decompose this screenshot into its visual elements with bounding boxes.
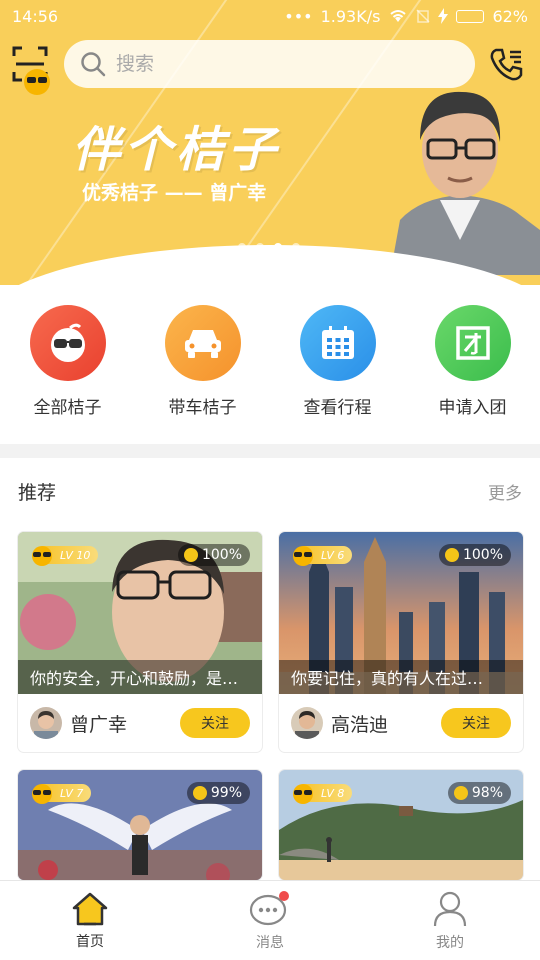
recommend-header: 推荐 更多 bbox=[18, 478, 522, 505]
guide-photo: LV 7 99% bbox=[18, 770, 262, 880]
guide-quote: 你的安全，开心和鼓励，是… bbox=[18, 660, 262, 694]
battery-percent: 62% bbox=[492, 6, 528, 26]
orange-icon bbox=[444, 548, 459, 562]
profile-icon bbox=[433, 891, 467, 926]
level-badge: LV 10 bbox=[30, 544, 99, 566]
guide-user[interactable]: 曾广幸 bbox=[30, 707, 127, 739]
notification-badge bbox=[279, 890, 289, 901]
phone-icon[interactable] bbox=[488, 46, 524, 82]
search-bar[interactable] bbox=[64, 40, 475, 88]
level-badge: LV 7 bbox=[30, 782, 92, 804]
car-icon bbox=[164, 305, 241, 381]
guide-card[interactable]: LV 8 98% bbox=[279, 770, 523, 880]
action-label: 带车桔子 bbox=[168, 398, 237, 418]
banner-person-photo bbox=[380, 80, 540, 275]
rating-badge: 100% bbox=[438, 544, 511, 566]
action-join-group[interactable]: 申请入团 bbox=[405, 305, 540, 425]
search-icon bbox=[81, 52, 106, 77]
rating-percent: 100% bbox=[201, 547, 242, 563]
more-dots-icon: ••• bbox=[284, 6, 313, 26]
rating-badge: 99% bbox=[186, 782, 250, 804]
more-link[interactable]: 更多 bbox=[488, 479, 522, 504]
orange-glasses-icon bbox=[32, 784, 52, 804]
rating-percent: 99% bbox=[210, 785, 242, 801]
rating-percent: 100% bbox=[462, 547, 503, 563]
action-label: 申请入团 bbox=[438, 398, 507, 418]
guide-name: 高浩迪 bbox=[331, 713, 389, 736]
rating-badge: 98% bbox=[447, 782, 511, 804]
orange-glasses-icon bbox=[32, 546, 52, 566]
tab-home[interactable]: 首页 bbox=[0, 881, 180, 960]
charging-icon bbox=[438, 8, 449, 24]
home-icon bbox=[72, 892, 108, 925]
action-car-oranges[interactable]: 带车桔子 bbox=[135, 305, 270, 425]
follow-button[interactable]: 关注 bbox=[180, 708, 250, 738]
group-icon bbox=[434, 305, 511, 381]
orange-icon bbox=[453, 786, 468, 800]
tab-messages[interactable]: 消息 bbox=[180, 881, 360, 960]
tab-label: 消息 bbox=[256, 934, 284, 951]
guide-photo: LV 10 100% 你的安全，开心和鼓励，是… bbox=[18, 532, 262, 694]
app-logo-icon bbox=[24, 69, 50, 95]
action-label: 全部桔子 bbox=[33, 398, 102, 418]
carousel-indicator bbox=[238, 243, 300, 251]
banner-headline: 伴个桔子 bbox=[72, 122, 281, 178]
message-icon bbox=[249, 890, 289, 925]
calendar-icon bbox=[299, 305, 376, 381]
carousel-dot bbox=[256, 243, 264, 251]
carousel-dot bbox=[292, 243, 300, 251]
banner-subline: 优秀桔子 —— 曾广幸 bbox=[82, 182, 267, 204]
tab-label: 我的 bbox=[436, 934, 464, 951]
tab-profile[interactable]: 我的 bbox=[360, 881, 540, 960]
orange-glasses-icon bbox=[293, 546, 313, 566]
tab-label: 首页 bbox=[76, 933, 104, 950]
rating-percent: 98% bbox=[471, 785, 503, 801]
section-divider bbox=[0, 444, 540, 458]
guide-card[interactable]: LV 10 100% 你的安全，开心和鼓励，是… 曾广幸 关注 bbox=[18, 532, 262, 752]
quick-actions: 全部桔子 带车桔子 查看行程 申请入团 bbox=[0, 305, 540, 425]
card-footer: 高浩迪 关注 bbox=[279, 694, 523, 752]
guide-photo: LV 6 100% 你要记住，真的有人在过… bbox=[279, 532, 523, 694]
card-footer: 曾广幸 关注 bbox=[18, 694, 262, 752]
orange-icon bbox=[192, 786, 207, 800]
guide-card[interactable]: LV 6 100% 你要记住，真的有人在过… 高浩迪 关注 bbox=[279, 532, 523, 752]
avatar bbox=[30, 707, 62, 739]
network-speed: 1.93K/s bbox=[320, 6, 381, 26]
rating-badge: 100% bbox=[177, 544, 250, 566]
section-title: 推荐 bbox=[18, 482, 57, 504]
carousel-dot bbox=[238, 243, 246, 251]
guide-photo: LV 8 98% bbox=[279, 770, 523, 880]
action-view-schedule[interactable]: 查看行程 bbox=[270, 305, 405, 425]
status-time: 14:56 bbox=[12, 6, 59, 26]
no-sim-icon bbox=[416, 9, 430, 23]
search-input[interactable] bbox=[116, 53, 416, 75]
orange-glasses-icon bbox=[29, 305, 106, 381]
guide-user[interactable]: 高浩迪 bbox=[291, 707, 388, 739]
action-all-oranges[interactable]: 全部桔子 bbox=[0, 305, 135, 425]
carousel-dot-active bbox=[274, 243, 282, 251]
orange-icon bbox=[183, 548, 198, 562]
level-badge: LV 8 bbox=[291, 782, 353, 804]
avatar bbox=[291, 707, 323, 739]
status-bar: 14:56 ••• 1.93K/s 62% bbox=[0, 0, 540, 32]
wifi-icon bbox=[390, 10, 407, 22]
level-badge: LV 6 bbox=[291, 544, 353, 566]
action-label: 查看行程 bbox=[303, 398, 372, 418]
follow-button[interactable]: 关注 bbox=[441, 708, 511, 738]
orange-glasses-icon bbox=[293, 784, 313, 804]
guide-name: 曾广幸 bbox=[70, 713, 128, 736]
bottom-tab-bar: 首页 消息 我的 bbox=[0, 880, 540, 960]
guide-quote: 你要记住，真的有人在过… bbox=[279, 660, 523, 694]
guide-card[interactable]: LV 7 99% bbox=[18, 770, 262, 880]
battery-icon bbox=[456, 9, 485, 23]
